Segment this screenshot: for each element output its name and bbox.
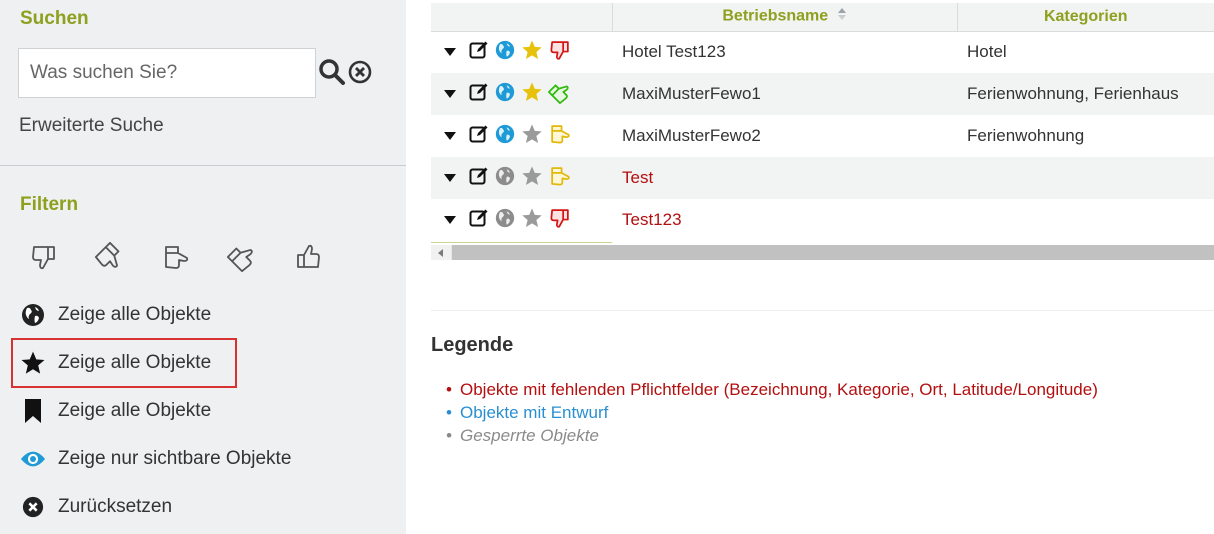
thumb-up-filter-icon[interactable] <box>294 240 360 274</box>
rating-thumb-icon[interactable] <box>548 81 571 108</box>
search-icon[interactable] <box>318 58 346 91</box>
eye-icon <box>20 446 46 472</box>
rating-filter-row <box>30 240 360 274</box>
star-icon[interactable] <box>521 207 543 234</box>
expand-caret-icon[interactable] <box>443 42 457 62</box>
advanced-search-link[interactable]: Erweiterte Suche <box>19 115 164 137</box>
thumb-side-filter-icon[interactable] <box>162 240 228 274</box>
table-row[interactable]: Hotel Test123 Hotel <box>431 31 1214 73</box>
filter-all-globe[interactable]: Zeige alle Objekte <box>20 302 211 328</box>
cell-kategorien <box>957 199 1214 241</box>
edit-icon[interactable] <box>469 166 489 191</box>
table-row[interactable]: MaxiMusterFewo1 Ferienwohnung, Ferienhaus <box>431 73 1214 115</box>
sidebar: Suchen Erweiterte Suche Filtern <box>0 0 406 534</box>
globe-icon[interactable] <box>495 82 515 107</box>
clear-search-icon[interactable] <box>348 60 372 89</box>
globe-icon[interactable] <box>495 208 515 233</box>
table-row[interactable]: MaxiMusterFewo2 Ferienwohnung <box>431 115 1214 157</box>
cell-betriebsname[interactable]: Hotel Test123 <box>612 31 957 73</box>
rating-thumb-icon[interactable] <box>549 207 571 234</box>
globe-icon[interactable] <box>495 166 515 191</box>
objects-table: Betriebsname Kategorien Hotel Test123 Hot… <box>431 3 1214 241</box>
row-actions <box>431 199 612 241</box>
table-row[interactable]: Test123 <box>431 199 1214 241</box>
scrollbar-thumb[interactable] <box>452 245 1214 260</box>
bookmark-icon <box>20 398 46 424</box>
search-heading: Suchen <box>20 8 89 29</box>
star-icon <box>20 350 46 376</box>
search-input[interactable] <box>30 62 304 84</box>
cell-betriebsname[interactable]: Test123 <box>612 199 957 241</box>
filter-label: Zeige alle Objekte <box>58 304 212 325</box>
scroll-left-arrow-icon[interactable] <box>431 245 451 260</box>
table-header-row: Betriebsname Kategorien <box>431 3 1214 32</box>
thumb-down-left-filter-icon[interactable] <box>94 240 162 274</box>
row-underline <box>431 242 612 243</box>
filter-label: Zurücksetzen <box>58 496 173 517</box>
filter-label: Zeige alle Objekte <box>58 400 212 421</box>
cell-kategorien <box>957 157 1214 199</box>
thumb-down-filter-icon[interactable] <box>30 240 96 274</box>
star-icon[interactable] <box>521 165 543 192</box>
star-icon[interactable] <box>521 39 543 66</box>
rating-thumb-icon[interactable] <box>549 123 571 150</box>
row-actions <box>431 73 612 115</box>
column-header-kategorien[interactable]: Kategorien <box>957 3 1214 32</box>
filter-heading: Filtern <box>20 194 79 215</box>
rating-thumb-icon[interactable] <box>549 39 571 66</box>
content-divider <box>431 310 1214 311</box>
reset-icon <box>20 494 46 520</box>
filter-all-star[interactable]: Zeige alle Objekte <box>20 350 211 376</box>
column-header-label: Betriebsname <box>722 7 829 25</box>
column-header-actions <box>431 3 613 32</box>
globe-icon[interactable] <box>495 124 515 149</box>
filter-label: Zeige alle Objekte <box>58 352 212 373</box>
row-actions <box>431 31 612 73</box>
filter-reset[interactable]: Zurücksetzen <box>20 494 172 520</box>
rating-thumb-icon[interactable] <box>549 165 571 192</box>
star-icon[interactable] <box>521 81 543 108</box>
cell-betriebsname[interactable]: Test <box>612 157 957 199</box>
expand-caret-icon[interactable] <box>443 168 457 188</box>
sidebar-divider <box>0 165 406 166</box>
filter-all-bookmark[interactable]: Zeige alle Objekte <box>20 398 211 424</box>
horizontal-scrollbar[interactable] <box>431 245 1214 260</box>
filter-visible[interactable]: Zeige nur sichtbare Objekte <box>20 446 291 472</box>
star-icon[interactable] <box>521 123 543 150</box>
row-actions <box>431 115 612 157</box>
edit-icon[interactable] <box>469 124 489 149</box>
expand-caret-icon[interactable] <box>443 210 457 230</box>
edit-icon[interactable] <box>469 40 489 65</box>
globe-icon[interactable] <box>495 40 515 65</box>
legend-item-locked: Gesperrte Objekte <box>446 424 1098 447</box>
cell-betriebsname[interactable]: MaxiMusterFewo2 <box>612 115 957 157</box>
cell-kategorien: Ferienwohnung <box>967 126 1085 145</box>
cell-kategorien: Hotel <box>967 42 1007 62</box>
edit-icon[interactable] <box>469 208 489 233</box>
filter-label: Zeige nur sichtbare Objekte <box>58 448 292 469</box>
globe-icon <box>20 302 46 328</box>
expand-caret-icon[interactable] <box>443 126 457 146</box>
legend-title: Legende <box>431 334 514 356</box>
sort-icon[interactable] <box>837 7 847 26</box>
cell-kategorien: Ferienwohnung, Ferienhaus <box>957 73 1214 115</box>
expand-caret-icon[interactable] <box>443 84 457 104</box>
table-row[interactable]: Test <box>431 157 1214 199</box>
column-header-betriebsname[interactable]: Betriebsname <box>612 3 958 32</box>
legend-item-missing-fields: Objekte mit fehlenden Pflichtfelder (Bez… <box>446 378 1098 401</box>
search-field[interactable] <box>18 48 316 98</box>
cell-betriebsname[interactable]: MaxiMusterFewo1 <box>612 73 957 115</box>
thumb-up-right-filter-icon[interactable] <box>226 240 294 274</box>
row-actions <box>431 157 612 199</box>
legend-item-draft: Objekte mit Entwurf <box>446 401 1098 424</box>
legend-list: Objekte mit fehlenden Pflichtfelder (Bez… <box>446 378 1098 447</box>
edit-icon[interactable] <box>469 82 489 107</box>
